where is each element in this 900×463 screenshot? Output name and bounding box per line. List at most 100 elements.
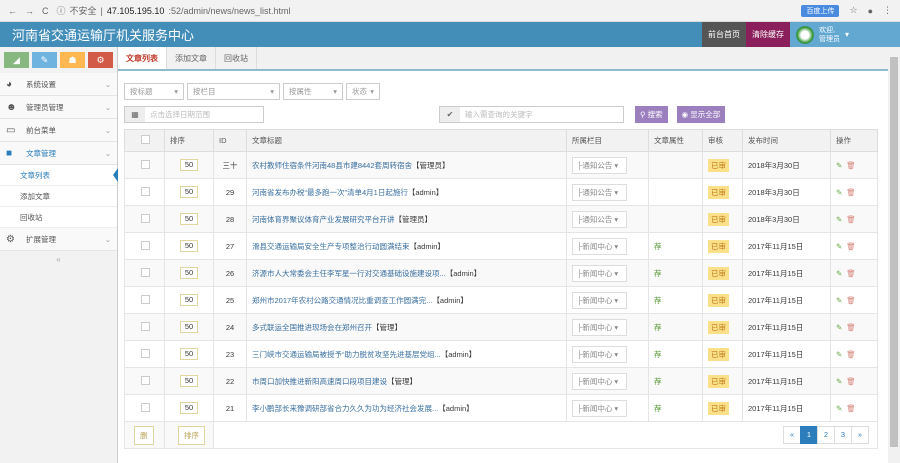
audit-status-badge[interactable]: 已审 xyxy=(708,347,729,361)
row-checkbox[interactable] xyxy=(141,348,150,358)
tab-recycle[interactable]: 回收站 xyxy=(216,47,257,69)
chart-icon[interactable]: ◢ xyxy=(4,52,29,68)
category-select[interactable]: ├新闻中心 ▾ xyxy=(572,291,627,309)
edit-icon[interactable]: ✎ xyxy=(836,242,842,251)
trash-icon[interactable]: 🗑 xyxy=(846,323,856,332)
edit-icon[interactable]: ✎ xyxy=(836,350,842,359)
article-title-link[interactable]: 济源市人大常委会主任李军星一行对交通基础设施建设项... xyxy=(252,269,446,278)
row-checkbox[interactable] xyxy=(141,294,150,304)
audit-status-badge[interactable]: 已审 xyxy=(708,293,729,307)
trash-icon[interactable]: 🗑 xyxy=(846,161,856,170)
sidebar-item-extensions[interactable]: ⚙ 扩展管理 ⌄ xyxy=(0,228,117,251)
trash-icon[interactable]: 🗑 xyxy=(846,404,856,413)
category-select[interactable]: ├新闻中心 ▾ xyxy=(572,264,627,282)
collapse-sidebar-icon[interactable]: « xyxy=(0,251,117,268)
cogs-icon[interactable]: ⚙ xyxy=(88,52,113,68)
batch-sort-button[interactable]: 排序 xyxy=(178,425,205,445)
back-icon[interactable]: ← xyxy=(8,6,17,16)
edit-icon[interactable]: ✎ xyxy=(836,377,842,386)
user-menu[interactable]: 欢迎, 管理员 ▾ xyxy=(790,22,900,47)
tab-add-article[interactable]: 添加文章 xyxy=(167,47,216,69)
menu-icon[interactable]: ⋮ xyxy=(883,5,892,16)
article-title-link[interactable]: 滑县交通运输局安全生产专项整治行动圆满结束 xyxy=(252,242,410,251)
forward-icon[interactable]: → xyxy=(25,6,34,16)
category-select[interactable]: ├新闻中心 ▾ xyxy=(572,372,627,390)
trash-icon[interactable]: 🗑 xyxy=(846,350,856,359)
sort-input[interactable]: 50 xyxy=(180,267,198,279)
edit-icon[interactable]: ✎ xyxy=(836,404,842,413)
address-bar[interactable]: ⓘ 不安全 | 47.105.195.10:52/admin/news/news_… xyxy=(57,4,291,17)
page-1[interactable]: 1 xyxy=(800,426,818,444)
scrollbar-thumb[interactable] xyxy=(890,57,898,447)
row-checkbox[interactable] xyxy=(141,213,150,223)
category-select[interactable]: ├新闻中心 ▾ xyxy=(572,345,627,363)
sidebar-sub-recycle[interactable]: 回收站 xyxy=(0,207,117,228)
trash-icon[interactable]: 🗑 xyxy=(846,188,856,197)
attribute-filter-select[interactable]: 按属性 ▾ xyxy=(283,83,343,100)
article-title-link[interactable]: 郑州市2017年农村公路交通情况比重调查工作圆满完... xyxy=(252,296,432,305)
article-title-link[interactable]: 多式联运全国推进现场会在郑州召开 xyxy=(252,323,372,332)
trash-icon[interactable]: 🗑 xyxy=(846,242,856,251)
row-checkbox[interactable] xyxy=(141,159,150,169)
article-title-link[interactable]: 三门峡市交通运输局被授予“助力脱贫攻坚先进基层党组... xyxy=(252,350,441,359)
category-select[interactable]: ├通知公告 ▾ xyxy=(572,210,627,228)
tab-article-list[interactable]: 文章列表 xyxy=(118,47,167,69)
category-select[interactable]: ├通知公告 ▾ xyxy=(572,156,627,174)
sidebar-item-system[interactable]: ◕ 系统设置 ⌄ xyxy=(0,73,117,96)
sidebar-item-admins[interactable]: ☻ 管理员管理 ⌄ xyxy=(0,96,117,119)
column-filter-select[interactable]: 按栏目 ▾ xyxy=(187,83,280,100)
row-checkbox[interactable] xyxy=(141,240,150,250)
date-range-input[interactable]: ▦ 点击选择日期范围 xyxy=(124,106,264,123)
sort-input[interactable]: 50 xyxy=(180,348,198,360)
sidebar-item-frontend-menu[interactable]: ▭ 前台菜单 ⌄ xyxy=(0,119,117,142)
page-prev[interactable]: « xyxy=(783,426,801,444)
row-checkbox[interactable] xyxy=(141,267,150,277)
audit-status-badge[interactable]: 已审 xyxy=(708,185,729,199)
article-title-link[interactable]: 李小鹏部长来豫调研部省合力久久为功为经济社会发展... xyxy=(252,404,438,413)
edit-icon[interactable]: ✎ xyxy=(836,188,842,197)
account-icon[interactable]: ● xyxy=(868,6,873,16)
article-title-link[interactable]: 河南省发布办税“最多跑一次”清单4月1日起施行 xyxy=(252,188,408,197)
category-select[interactable]: ├通知公告 ▾ xyxy=(572,183,627,201)
article-title-link[interactable]: 市周口加快推进新阳高速周口段项目建设 xyxy=(252,377,387,386)
audit-status-badge[interactable]: 已审 xyxy=(708,158,729,172)
edit-icon[interactable]: ✎ xyxy=(836,215,842,224)
sidebar-sub-add-article[interactable]: 添加文章 xyxy=(0,186,117,207)
article-title-link[interactable]: 农村教师住宿条件河南48县市建8442套周转宿舍 xyxy=(252,161,412,170)
audit-status-badge[interactable]: 已审 xyxy=(708,401,729,415)
edit-icon[interactable]: ✎ xyxy=(836,323,842,332)
sort-input[interactable]: 50 xyxy=(180,186,198,198)
trash-icon[interactable]: 🗑 xyxy=(846,269,856,278)
edit-icon[interactable]: ✎ xyxy=(836,269,842,278)
trash-icon[interactable]: 🗑 xyxy=(846,296,856,305)
group-icon[interactable]: ☗ xyxy=(60,52,85,68)
sort-input[interactable]: 50 xyxy=(180,159,198,171)
row-checkbox[interactable] xyxy=(141,321,150,331)
row-checkbox[interactable] xyxy=(141,402,150,412)
row-checkbox[interactable] xyxy=(141,186,150,196)
audit-status-badge[interactable]: 已审 xyxy=(708,212,729,226)
audit-status-badge[interactable]: 已审 xyxy=(708,239,729,253)
pencil-icon[interactable]: ✎ xyxy=(32,52,57,68)
audit-status-badge[interactable]: 已审 xyxy=(708,320,729,334)
reload-icon[interactable]: C xyxy=(42,6,49,16)
trash-icon[interactable]: 🗑 xyxy=(846,377,856,386)
select-all-checkbox[interactable] xyxy=(141,135,150,144)
article-title-link[interactable]: 河南体育界聚议体育产业发展研究平台开讲 xyxy=(252,215,395,224)
batch-delete-button[interactable]: 删 xyxy=(134,425,154,445)
sidebar-sub-article-list[interactable]: 文章列表 xyxy=(0,165,118,186)
sort-input[interactable]: 50 xyxy=(180,402,198,414)
sort-input[interactable]: 50 xyxy=(180,321,198,333)
sort-input[interactable]: 50 xyxy=(180,375,198,387)
search-button[interactable]: ⚲ 搜索 xyxy=(635,106,668,123)
scrollbar[interactable] xyxy=(888,47,900,463)
audit-status-badge[interactable]: 已审 xyxy=(708,374,729,388)
clear-cache-button[interactable]: 清除缓存 xyxy=(746,22,790,47)
edit-icon[interactable]: ✎ xyxy=(836,161,842,170)
page-3[interactable]: 3 xyxy=(834,426,852,444)
category-select[interactable]: ├新闻中心 ▾ xyxy=(572,399,627,417)
title-filter-select[interactable]: 按标题 ▾ xyxy=(124,83,184,100)
category-select[interactable]: ├新闻中心 ▾ xyxy=(572,318,627,336)
sidebar-item-articles[interactable]: ■ 文章管理 ⌄ xyxy=(0,142,117,165)
keyword-input[interactable]: ✔ 输入需查询的关键字 xyxy=(439,106,624,123)
